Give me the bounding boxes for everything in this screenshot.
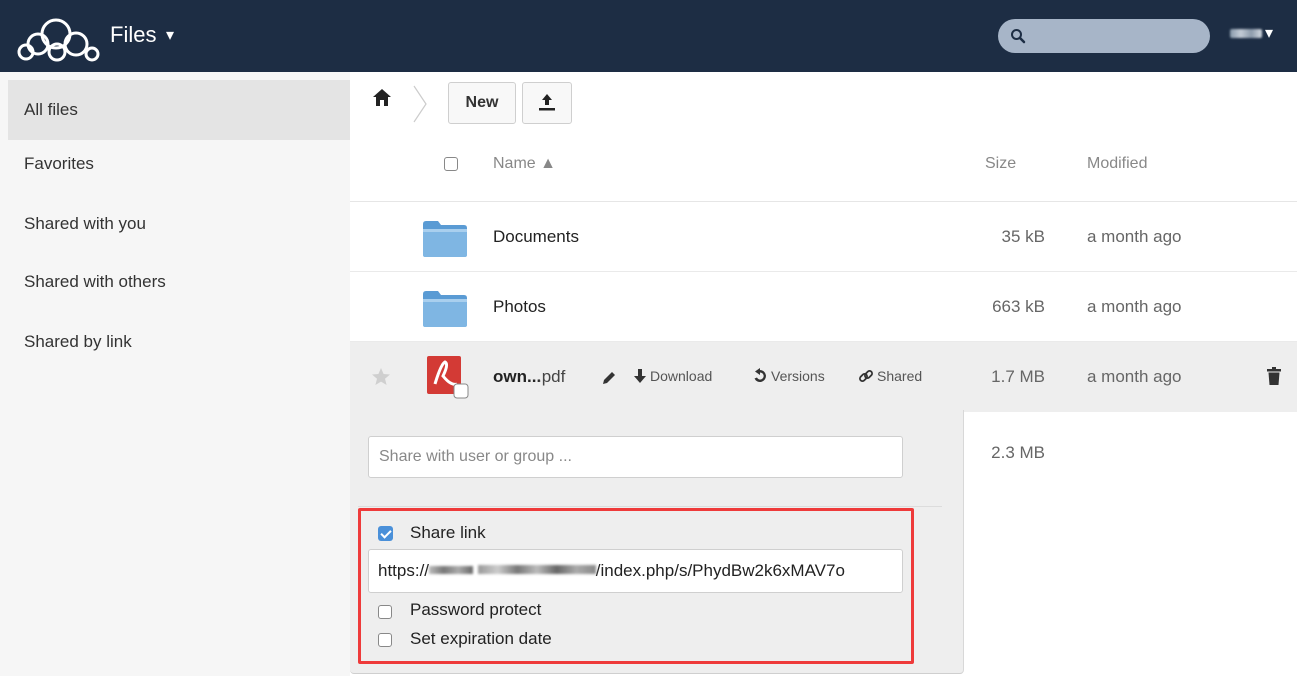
top-header: Files ▾ ▾	[0, 0, 1297, 72]
file-size: 663 kB	[992, 297, 1045, 316]
size-column-header[interactable]: Size	[985, 155, 1016, 173]
sidebar-item-favorites[interactable]: Favorites	[8, 134, 350, 194]
file-size: 1.7 MB	[991, 367, 1045, 386]
share-link-url-prefix: https://	[378, 561, 430, 580]
user-menu[interactable]: ▾	[1230, 24, 1276, 44]
share-link-checkbox[interactable]	[378, 526, 393, 541]
search-input[interactable]	[998, 19, 1210, 53]
sidebar-item-label: All files	[24, 100, 78, 119]
table-row[interactable]: Photos 663 kB a month ago	[350, 272, 1297, 342]
upload-button[interactable]	[522, 82, 572, 124]
history-icon	[754, 368, 766, 382]
file-name[interactable]: own...	[493, 367, 541, 387]
sidebar-item-label: Shared with others	[24, 272, 166, 291]
share-link-url-suffix: /index.php/s/PhydBw2k6xMAV7o	[595, 561, 845, 580]
file-name[interactable]: Photos	[493, 297, 546, 317]
file-modified: a month ago	[1087, 297, 1182, 316]
sidebar-item-all-files[interactable]: All files	[8, 80, 350, 140]
sidebar-item-label: Shared with you	[24, 214, 146, 233]
download-label: Download	[650, 368, 713, 384]
share-divider	[358, 506, 942, 507]
name-column-header[interactable]: Name ▲	[493, 155, 556, 173]
sidebar-item-label: Favorites	[24, 154, 94, 173]
file-size: 2.3 MB	[991, 443, 1045, 462]
url-redacted	[477, 565, 596, 574]
rename-pencil-icon[interactable]	[600, 369, 618, 387]
sidebar-item-shared-with-you[interactable]: Shared with you	[8, 194, 350, 254]
password-protect-label[interactable]: Password protect	[410, 600, 541, 620]
download-action[interactable]: Download	[633, 368, 712, 384]
app-menu-caret-icon[interactable]: ▾	[166, 25, 174, 45]
new-button[interactable]: New	[448, 82, 516, 124]
shared-label: Shared	[877, 368, 923, 384]
file-size: 35 kB	[1001, 227, 1045, 246]
table-row[interactable]: Documents 35 kB a month ago	[350, 202, 1297, 272]
expiration-date-label[interactable]: Set expiration date	[410, 629, 552, 649]
share-with-input[interactable]: Share with user or group ...	[368, 436, 903, 478]
trash-icon[interactable]	[1267, 367, 1281, 385]
shared-action[interactable]: Shared	[858, 368, 922, 384]
share-link-label[interactable]: Share link	[410, 523, 486, 543]
username-redacted	[1230, 29, 1262, 38]
sidebar-item-shared-by-link[interactable]: Shared by link	[8, 312, 350, 372]
versions-label: Versions	[771, 368, 825, 384]
file-extension: .pdf	[537, 367, 566, 386]
sidebar-item-shared-with-others[interactable]: Shared with others	[8, 252, 350, 312]
file-name[interactable]: Documents	[493, 227, 579, 247]
pdf-file-icon	[427, 356, 469, 399]
modified-column-header[interactable]: Modified	[1087, 155, 1147, 173]
select-all-checkbox[interactable]	[444, 157, 458, 171]
upload-icon	[539, 94, 555, 111]
link-icon	[859, 370, 873, 382]
sidebar: All files Favorites Shared with you Shar…	[0, 72, 350, 676]
favorite-star-icon[interactable]	[371, 367, 391, 387]
password-protect-checkbox[interactable]	[378, 605, 392, 619]
file-modified: a month ago	[1087, 227, 1182, 246]
user-menu-caret-icon: ▾	[1265, 25, 1274, 42]
search-icon	[1011, 29, 1026, 44]
folder-icon	[423, 221, 467, 257]
share-link-url-field[interactable]: https:// /index.php/s/PhydBw2k6xMAV7o	[368, 549, 903, 593]
table-row-selected[interactable]: own... .pdf Download Versions Shared 1.7…	[350, 342, 1297, 412]
expiration-date-checkbox[interactable]	[378, 633, 392, 647]
file-modified: a month ago	[1087, 367, 1182, 386]
folder-icon	[423, 291, 467, 327]
url-redacted	[429, 566, 474, 574]
app-name[interactable]: Files	[110, 22, 156, 48]
sidebar-item-label: Shared by link	[24, 332, 132, 351]
versions-action[interactable]: Versions	[752, 368, 825, 384]
home-icon[interactable]	[372, 88, 392, 108]
download-icon	[634, 369, 646, 383]
owncloud-logo-icon[interactable]	[16, 14, 100, 62]
breadcrumb-separator-icon	[413, 85, 427, 123]
